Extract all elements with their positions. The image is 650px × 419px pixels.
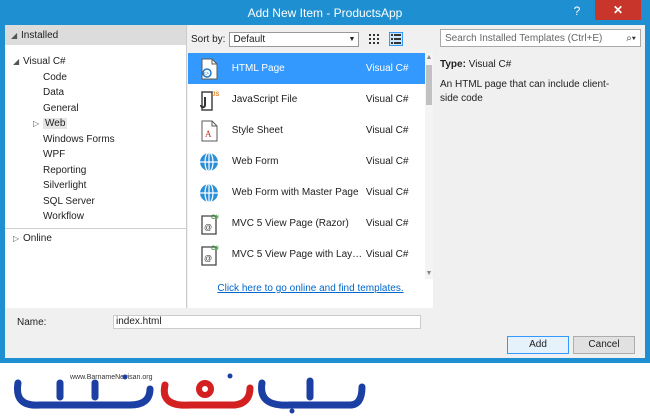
type-label: Type: (440, 59, 466, 70)
find-online-templates-link[interactable]: Click here to go online and find templat… (188, 283, 433, 294)
template-row-web-form[interactable]: Web Form Visual C# (188, 146, 425, 177)
name-input[interactable]: index.html (113, 315, 421, 329)
template-description: An HTML page that can include client-sid… (440, 79, 610, 104)
chevron-down-icon: ▼ (348, 35, 356, 43)
scrollbar-thumb[interactable] (426, 65, 432, 105)
web-form-master-icon (198, 181, 220, 205)
close-button[interactable]: ✕ (595, 0, 641, 20)
svg-text:<>: <> (203, 71, 209, 77)
svg-text:C#: C# (211, 246, 219, 252)
expand-triangle-icon: ◢ (13, 57, 20, 66)
template-row-mvc-view-layout[interactable]: C# @ MVC 5 View Page with Layout... Visua… (188, 239, 425, 270)
svg-text:C#: C# (211, 215, 219, 221)
collapsed-triangle-icon: ▷ (13, 234, 20, 243)
tree-item-reporting[interactable]: Reporting (5, 163, 186, 179)
template-row-style-sheet[interactable]: A Style Sheet Visual C# (188, 115, 425, 146)
template-row-javascript-file[interactable]: JS JavaScript File Visual C# (188, 84, 425, 115)
sort-toolbar: Sort by: Default ▼ (188, 25, 433, 53)
title-bar: Add New Item - ProductsApp (0, 0, 650, 25)
svg-text:@: @ (204, 254, 212, 263)
tree-item-silverlight[interactable]: Silverlight (5, 178, 186, 194)
style-sheet-icon: A (198, 119, 220, 143)
javascript-file-icon: JS (198, 88, 220, 112)
collapsed-triangle-icon: ▷ (33, 119, 40, 128)
installed-label: Installed (21, 29, 59, 41)
tree-item-workflow[interactable]: Workflow (5, 209, 186, 225)
tree-installed-header[interactable]: ◢ Installed (5, 25, 186, 45)
name-label: Name: (17, 316, 47, 328)
add-button[interactable]: Add (507, 336, 569, 354)
barnamenevisan-logo: www.BarnameNevisan.org (13, 373, 366, 414)
template-details: Type: Visual C# An HTML page that can in… (440, 53, 645, 308)
tree-item-code[interactable]: Code (5, 70, 186, 86)
list-view-icon (391, 34, 402, 44)
tree-item-general[interactable]: General (5, 101, 186, 117)
search-templates-input[interactable]: Search Installed Templates (Ctrl+E) ⌕▾ (440, 29, 641, 47)
mvc-view-layout-icon: C# @ (198, 243, 220, 267)
tree-item-wpf[interactable]: WPF (5, 147, 186, 163)
template-list-scrollbar[interactable]: ▲ ▼ (425, 53, 433, 279)
scroll-down-arrow-icon[interactable]: ▼ (425, 269, 433, 279)
list-view-button[interactable] (389, 32, 404, 46)
window-title: Add New Item - ProductsApp (247, 5, 403, 20)
tree-item-windows-forms[interactable]: Windows Forms (5, 132, 186, 148)
collapse-triangle-icon: ◢ (11, 30, 18, 40)
tree-item-visual-csharp[interactable]: ◢ Visual C# (5, 54, 186, 70)
type-value: Visual C# (468, 59, 512, 70)
svg-text:A: A (205, 129, 212, 139)
template-list: <> HTML Page Visual C# JS JavaScript Fil… (188, 53, 425, 279)
sort-label: Sort by: (191, 33, 226, 45)
tree-item-online[interactable]: ▷ Online (5, 228, 186, 248)
name-row: Name: index.html (17, 315, 421, 329)
scroll-up-arrow-icon[interactable]: ▲ (425, 53, 433, 63)
html-page-icon: <> (198, 57, 220, 81)
category-tree: ◢ Installed ◢ Visual C# Code Data General… (5, 25, 187, 308)
sort-dropdown[interactable]: Default ▼ (229, 31, 360, 47)
template-row-mvc-view-razor[interactable]: C# @ MVC 5 View Page (Razor) Visual C# (188, 208, 425, 239)
svg-text:@: @ (204, 223, 212, 232)
tree-item-sql-server[interactable]: SQL Server (5, 194, 186, 210)
template-list-pane: <> HTML Page Visual C# JS JavaScript Fil… (188, 53, 433, 308)
search-icon: ⌕▾ (626, 32, 636, 44)
web-form-icon (198, 150, 220, 174)
template-row-web-form-master[interactable]: Web Form with Master Page Visual C# (188, 177, 425, 208)
logo-url: www.BarnameNevisan.org (69, 374, 153, 381)
help-button[interactable]: ? (570, 4, 584, 18)
cancel-button[interactable]: Cancel (573, 336, 635, 354)
small-icons-view-button[interactable] (367, 32, 381, 46)
tree-item-web[interactable]: ▷ Web (5, 116, 186, 132)
dialog-window: Add New Item - ProductsApp ? ✕ ◢ Install… (0, 0, 650, 363)
dialog-client: ◢ Installed ◢ Visual C# Code Data General… (5, 25, 645, 358)
template-row-html-page[interactable]: <> HTML Page Visual C# (188, 53, 425, 84)
grid-view-icon (369, 34, 380, 44)
watermark-logo: www.BarnameNevisan.org (0, 363, 650, 416)
svg-text:JS: JS (212, 92, 219, 98)
tree-item-data[interactable]: Data (5, 85, 186, 101)
mvc-view-icon: C# @ (198, 212, 220, 236)
